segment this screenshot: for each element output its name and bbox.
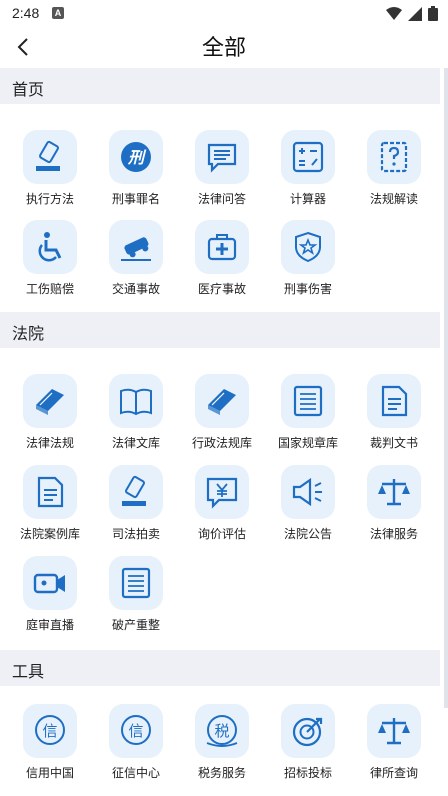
top-app-bar: 全部 bbox=[0, 26, 448, 68]
feature-item[interactable]: 法院公告 bbox=[264, 465, 352, 551]
feature-item[interactable]: 工伤赔偿 bbox=[6, 220, 94, 306]
section-header: 法院 bbox=[0, 312, 440, 348]
status-icons bbox=[386, 6, 438, 21]
feature-item[interactable]: 执行方法 bbox=[6, 130, 94, 216]
credit-xin-icon: 信 bbox=[109, 704, 163, 758]
feature-label: 法律法规 bbox=[25, 436, 74, 450]
section-header: 工具 bbox=[0, 650, 440, 686]
register-icon bbox=[109, 556, 163, 610]
feature-item[interactable]: 刑刑事罪名 bbox=[92, 130, 180, 216]
feature-label: 招标投标 bbox=[283, 766, 332, 780]
feature-item[interactable]: 询价评估 bbox=[178, 465, 266, 551]
feature-item[interactable]: 庭审直播 bbox=[6, 556, 94, 642]
question-doc-icon bbox=[367, 130, 421, 184]
section-title: 首页 bbox=[12, 82, 45, 99]
feature-label: 信用中国 bbox=[25, 766, 74, 780]
chat-bubble-icon bbox=[195, 130, 249, 184]
notification-icon: A bbox=[52, 7, 64, 19]
feature-label: 刑事罪名 bbox=[111, 192, 160, 206]
feature-label: 国家规章库 bbox=[277, 436, 338, 450]
feature-label: 法律文库 bbox=[111, 436, 160, 450]
feature-label: 刑事伤害 bbox=[283, 282, 332, 296]
gavel-icon bbox=[23, 130, 77, 184]
tax-service-icon: 税 bbox=[195, 704, 249, 758]
feature-item[interactable]: 法院案例库 bbox=[6, 465, 94, 551]
document-icon bbox=[367, 374, 421, 428]
section-header: 首页 bbox=[0, 68, 440, 104]
feature-label: 法律问答 bbox=[197, 192, 246, 206]
status-time: 2:48 bbox=[12, 5, 40, 21]
megaphone-icon bbox=[281, 465, 335, 519]
svg-text:信: 信 bbox=[128, 722, 143, 740]
feature-item[interactable]: 医疗事故 bbox=[178, 220, 266, 306]
feature-label: 裁判文书 bbox=[369, 436, 418, 450]
open-book-icon bbox=[109, 374, 163, 428]
feature-label: 行政法规库 bbox=[191, 436, 252, 450]
feature-item[interactable]: 刑事伤害 bbox=[264, 220, 352, 306]
svg-text:信: 信 bbox=[42, 722, 57, 740]
police-shield-icon bbox=[281, 220, 335, 274]
scales-icon bbox=[367, 704, 421, 758]
feature-label: 法律服务 bbox=[369, 527, 418, 541]
battery-icon bbox=[428, 6, 438, 21]
yuan-chat-icon bbox=[195, 465, 249, 519]
feature-item[interactable]: 法律服务 bbox=[350, 465, 438, 551]
register-icon bbox=[281, 374, 335, 428]
wifi-icon bbox=[386, 6, 402, 20]
feature-item[interactable]: 法规解读 bbox=[350, 130, 438, 216]
law-book-icon bbox=[23, 374, 77, 428]
feature-label: 庭审直播 bbox=[25, 618, 74, 632]
feature-label: 医疗事故 bbox=[197, 282, 246, 296]
feature-item[interactable]: 司法拍卖 bbox=[92, 465, 180, 551]
svg-text:税: 税 bbox=[214, 722, 229, 740]
feature-label: 工伤赔偿 bbox=[25, 282, 74, 296]
feature-item[interactable]: 法律文库 bbox=[92, 374, 180, 460]
feature-item[interactable]: 信征信中心 bbox=[92, 704, 180, 790]
gavel-icon bbox=[109, 465, 163, 519]
feature-item[interactable]: 律所查询 bbox=[350, 704, 438, 790]
feature-item[interactable]: 交通事故 bbox=[92, 220, 180, 306]
feature-label: 执行方法 bbox=[25, 192, 74, 206]
feature-item[interactable]: 破产重整 bbox=[92, 556, 180, 642]
feature-label: 交通事故 bbox=[111, 282, 160, 296]
svg-text:刑: 刑 bbox=[127, 148, 147, 167]
feature-label: 法院公告 bbox=[283, 527, 332, 541]
feature-item[interactable]: 税税务服务 bbox=[178, 704, 266, 790]
section-title: 工具 bbox=[12, 664, 45, 681]
law-book-icon bbox=[195, 374, 249, 428]
signal-icon bbox=[408, 6, 422, 21]
section-title: 法院 bbox=[12, 326, 45, 343]
all-features-list[interactable]: 首页 执行方法刑刑事罪名 法律问答 计算器 法规解读 工伤赔偿 交通事故 医疗事故 刑事伤害 法院… bbox=[0, 68, 448, 796]
credit-xin-icon: 信 bbox=[23, 704, 77, 758]
scrollbar[interactable] bbox=[444, 68, 448, 708]
feature-item[interactable]: 招标投标 bbox=[264, 704, 352, 790]
feature-label: 征信中心 bbox=[111, 766, 160, 780]
feature-label: 司法拍卖 bbox=[111, 527, 160, 541]
feature-label: 询价评估 bbox=[197, 527, 246, 541]
feature-label: 律所查询 bbox=[369, 766, 418, 780]
criminal-badge-icon: 刑 bbox=[109, 130, 163, 184]
feature-item[interactable]: 行政法规库 bbox=[178, 374, 266, 460]
feature-label: 计算器 bbox=[289, 192, 326, 206]
feature-label: 法院案例库 bbox=[19, 527, 80, 541]
feature-item[interactable]: 法律问答 bbox=[178, 130, 266, 216]
document-icon bbox=[23, 465, 77, 519]
page-title: 全部 bbox=[201, 35, 246, 60]
calculator-icon bbox=[281, 130, 335, 184]
feature-item[interactable]: 裁判文书 bbox=[350, 374, 438, 460]
medical-kit-icon bbox=[195, 220, 249, 274]
car-accident-icon bbox=[109, 220, 163, 274]
video-camera-icon bbox=[23, 556, 77, 610]
wheelchair-icon bbox=[23, 220, 77, 274]
target-icon bbox=[281, 704, 335, 758]
status-bar: 2:48 A bbox=[0, 0, 448, 26]
feature-label: 破产重整 bbox=[111, 618, 160, 632]
feature-item[interactable]: 国家规章库 bbox=[264, 374, 352, 460]
feature-item[interactable]: 计算器 bbox=[264, 130, 352, 216]
feature-item[interactable]: 信信用中国 bbox=[6, 704, 94, 790]
feature-label: 法规解读 bbox=[369, 192, 418, 206]
feature-label: 税务服务 bbox=[197, 766, 246, 780]
scales-icon bbox=[367, 465, 421, 519]
feature-item[interactable]: 法律法规 bbox=[6, 374, 94, 460]
